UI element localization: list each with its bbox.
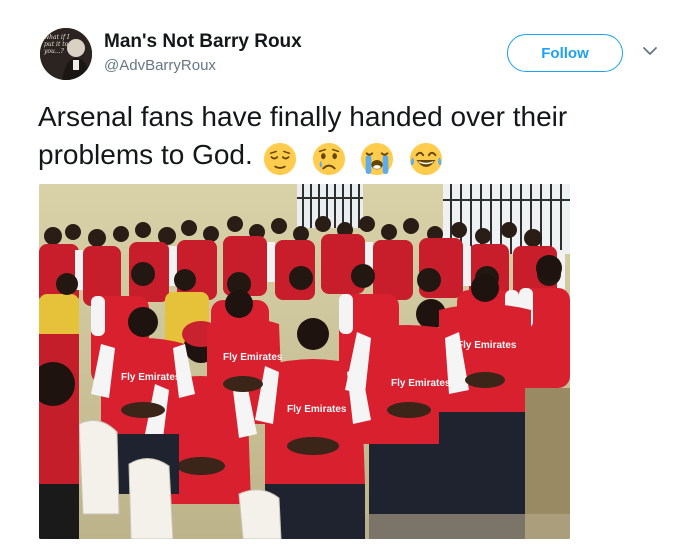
emoji-row (263, 142, 450, 180)
shirt-text: Fly Emirates (121, 372, 181, 383)
author-display-name[interactable]: Man's Not Barry Roux (104, 31, 302, 53)
crying-face-icon (312, 142, 345, 176)
avatar-text: what if I put it to you...? (44, 34, 70, 55)
shirt-text: Fly Emirates (391, 378, 451, 389)
tweet-photo[interactable]: Fly Emirates Fly Emirates Fly Emirates F… (39, 184, 570, 539)
relieved-face-icon (263, 142, 296, 176)
shirt-text: Fly Emirates (457, 340, 517, 351)
shirt-text: Fly Emirates (223, 352, 283, 363)
loudly-crying-face-icon (361, 142, 394, 176)
tweet-text-block: Arsenal fans have finally handed over th… (38, 98, 678, 180)
tweet-card: what if I put it to you...? Man's Not Ba… (0, 0, 700, 548)
chevron-down-icon[interactable] (641, 44, 659, 58)
face-with-tears-of-joy-icon (410, 142, 443, 176)
shirt-text: Fly Emirates (287, 404, 347, 415)
author-screen-name[interactable]: @AdvBarryRoux (104, 57, 216, 74)
avatar[interactable]: what if I put it to you...? (40, 28, 92, 80)
follow-button[interactable]: Follow (507, 34, 623, 72)
